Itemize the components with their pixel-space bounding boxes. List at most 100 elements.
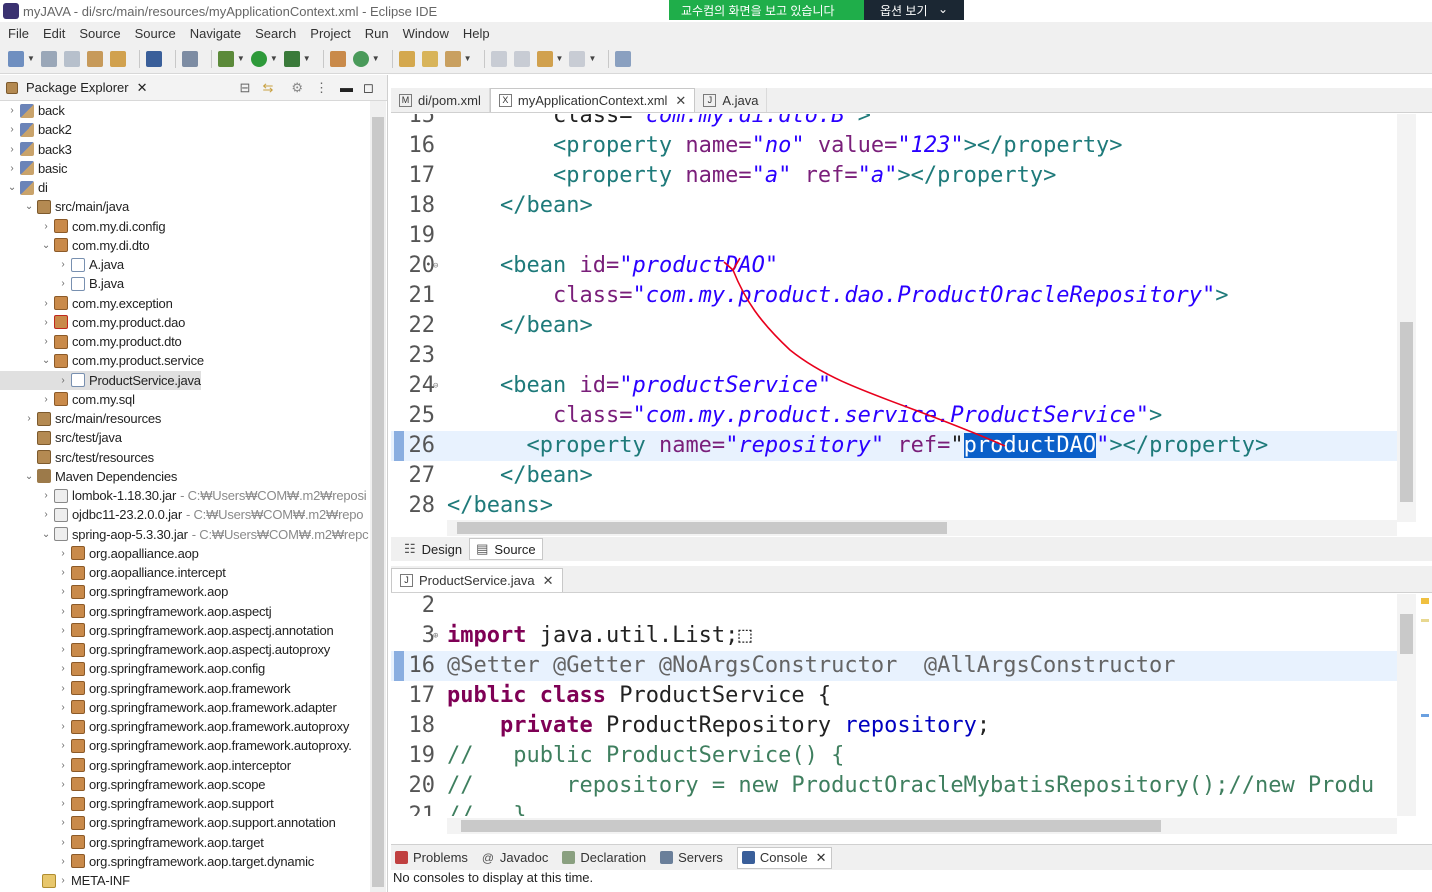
code-line[interactable]: 21 // } xyxy=(391,801,1401,816)
chevron-down-icon[interactable]: ⌄ xyxy=(23,201,35,212)
tree-item[interactable]: › lombok-1.18.30.jar - C:₩Users₩COM₩.m2₩re… xyxy=(0,486,366,505)
xml-source-editor[interactable]: 15 class="com.my.di.dto.B"> 16 <property … xyxy=(391,114,1417,522)
code-line[interactable]: 16 <property name="no" value="123"></pro… xyxy=(391,131,1401,161)
tree-item[interactable]: › org.springframework.aop.target xyxy=(0,833,263,852)
tree-item[interactable]: ⌄ com.my.di.dto xyxy=(0,236,150,255)
tab-console[interactable]: Console ✕ xyxy=(736,846,832,869)
chevron-down-icon[interactable]: ▼ xyxy=(237,54,245,63)
tree-item[interactable]: › basic xyxy=(0,159,67,178)
code-line[interactable]: 16 @Setter @Getter @NoArgsConstructor @Al… xyxy=(391,651,1401,681)
tree-item[interactable]: › org.springframework.aop.support.annotat… xyxy=(0,813,335,832)
chevron-right-icon[interactable]: › xyxy=(57,548,69,559)
chevron-right-icon[interactable]: › xyxy=(40,221,52,232)
chevron-right-icon[interactable]: › xyxy=(57,760,69,771)
tab-myapplicationcontext-xml[interactable]: XmyApplicationContext.xml ✕ xyxy=(489,88,696,112)
chevron-down-icon[interactable]: ⌄ xyxy=(40,240,52,251)
chevron-right-icon[interactable]: › xyxy=(57,740,69,751)
code-line[interactable]: 18 private ProductRepository repository; xyxy=(391,711,1401,741)
build-icon[interactable] xyxy=(86,50,103,67)
tree-item[interactable]: › org.springframework.aop.scope xyxy=(0,775,265,794)
scroll-thumb[interactable] xyxy=(1400,322,1413,502)
tree-item[interactable]: › com.my.product.dao xyxy=(0,313,185,332)
close-icon[interactable]: ✕ xyxy=(675,93,686,109)
chevron-down-icon[interactable]: ▼ xyxy=(27,54,35,63)
open-type-icon[interactable] xyxy=(398,50,415,67)
chevron-right-icon[interactable]: › xyxy=(57,567,69,578)
tree-item[interactable]: src/test/resources xyxy=(0,448,154,467)
tab-productservice-java[interactable]: J ProductService.java ✕ xyxy=(391,568,563,592)
tree-item[interactable]: › org.springframework.aop.aspectj.autopro… xyxy=(0,640,330,659)
chevron-right-icon[interactable]: › xyxy=(57,721,69,732)
chevron-right-icon[interactable]: › xyxy=(6,144,18,155)
chevron-right-icon[interactable]: › xyxy=(57,259,69,270)
open-folder-icon[interactable] xyxy=(421,50,438,67)
chevron-right-icon[interactable]: › xyxy=(57,856,69,867)
package-explorer-scrollbar[interactable] xyxy=(370,101,386,892)
save-all-icon[interactable] xyxy=(63,50,80,67)
chevron-right-icon[interactable]: › xyxy=(23,413,35,424)
new-package-icon[interactable] xyxy=(329,50,346,67)
run-icon[interactable] xyxy=(250,50,267,67)
tree-item[interactable]: ⌄ Maven Dependencies xyxy=(0,467,177,486)
menu-source[interactable]: Source xyxy=(79,26,120,41)
code-line[interactable]: 21 class="com.my.product.dao.ProductOrac… xyxy=(391,281,1401,311)
code-line[interactable]: 19 xyxy=(391,221,1401,251)
tree-item[interactable]: › org.springframework.aop.framework.autop… xyxy=(0,717,349,736)
chevron-right-icon[interactable]: › xyxy=(40,509,52,520)
tree-item[interactable]: › back3 xyxy=(0,140,71,159)
chevron-right-icon[interactable]: › xyxy=(57,875,69,886)
tree-item[interactable]: › org.springframework.aop.config xyxy=(0,659,265,678)
menu-run[interactable]: Run xyxy=(365,26,389,41)
code-line[interactable]: 22 </bean> xyxy=(391,311,1401,341)
chevron-right-icon[interactable]: › xyxy=(57,625,69,636)
code-line[interactable]: 17 <property name="a" ref="a"></property… xyxy=(391,161,1401,191)
chevron-right-icon[interactable]: › xyxy=(6,124,18,135)
chevron-down-icon[interactable]: ⌄ xyxy=(40,355,52,366)
chevron-down-icon[interactable]: ⌄ xyxy=(23,471,35,482)
tab-design[interactable]: ☷ Design xyxy=(397,538,469,560)
code-line[interactable]: 25 class="com.my.product.service.Product… xyxy=(391,401,1401,431)
code-line[interactable]: 23 xyxy=(391,341,1401,371)
tree-item[interactable]: › A.java xyxy=(0,255,124,274)
skip-breakpoints-icon[interactable] xyxy=(181,50,198,67)
forward-icon[interactable] xyxy=(569,50,586,67)
java-editor-horizontal-scrollbar[interactable] xyxy=(447,818,1397,834)
chevron-right-icon[interactable]: › xyxy=(57,586,69,597)
chevron-right-icon[interactable]: › xyxy=(57,278,69,289)
tree-item[interactable]: › org.springframework.aop xyxy=(0,582,228,601)
tree-item[interactable]: › B.java xyxy=(0,274,124,293)
tab-javadoc[interactable]: @ Javadoc xyxy=(482,850,548,865)
debug-icon[interactable] xyxy=(217,50,234,67)
tree-item[interactable]: › back xyxy=(0,101,64,120)
code-line[interactable]: 20 ⊖ <bean id="productDAO" xyxy=(391,251,1401,281)
menu-window[interactable]: Window xyxy=(403,26,449,41)
chevron-right-icon[interactable]: › xyxy=(57,779,69,790)
scroll-thumb[interactable] xyxy=(461,820,1161,832)
menu-search[interactable]: Search xyxy=(255,26,296,41)
filters-icon[interactable]: ⚙ xyxy=(291,80,303,96)
link-with-editor-icon[interactable]: ⇆ xyxy=(262,80,273,96)
search-icon[interactable] xyxy=(444,50,461,67)
tab-a-java[interactable]: J A.java xyxy=(695,88,768,112)
xml-editor-horizontal-scrollbar[interactable] xyxy=(447,520,1397,536)
back-icon[interactable] xyxy=(536,50,553,67)
tree-item[interactable]: › com.my.di.config xyxy=(0,217,165,236)
open-perspective-icon[interactable] xyxy=(615,50,632,67)
occurrence-marker[interactable] xyxy=(1421,714,1429,717)
collapse-all-icon[interactable]: ⊟ xyxy=(240,80,251,96)
menu-source-2[interactable]: Source xyxy=(135,26,176,41)
close-icon[interactable]: ✕ xyxy=(543,573,554,589)
code-line[interactable]: 24 ⊖ <bean id="productService" xyxy=(391,371,1401,401)
chevron-right-icon[interactable]: › xyxy=(57,683,69,694)
chevron-right-icon[interactable]: › xyxy=(57,644,69,655)
new-class-icon[interactable] xyxy=(352,50,369,67)
scroll-thumb[interactable] xyxy=(1400,614,1413,654)
chevron-right-icon[interactable]: › xyxy=(57,837,69,848)
tab-servers[interactable]: Servers xyxy=(660,850,723,865)
java-editor-vertical-scrollbar[interactable] xyxy=(1397,594,1416,816)
code-line[interactable]: 28 </beans> xyxy=(391,491,1401,521)
tree-item[interactable]: › org.aopalliance.intercept xyxy=(0,563,225,582)
code-line[interactable]: 17 public class ProductService { xyxy=(391,681,1401,711)
chevron-down-icon[interactable]: ▼ xyxy=(303,54,311,63)
tree-item[interactable]: › src/main/resources xyxy=(0,409,161,428)
